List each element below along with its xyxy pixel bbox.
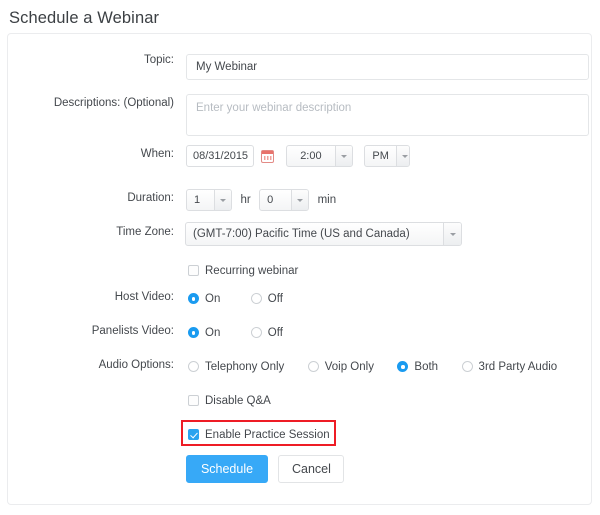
time-select[interactable]: 2:00 — [285, 145, 353, 167]
audio-both-label: Both — [414, 360, 439, 373]
radio-icon — [250, 327, 262, 339]
calendar-icon[interactable] — [261, 149, 275, 163]
audio-options-label: Audio Options: — [98, 359, 174, 371]
panelists-video-on-radio[interactable]: On — [188, 327, 220, 339]
audio-voip-only-label: Voip Only — [324, 360, 374, 373]
audio-3rd-party-label: 3rd Party Audio — [478, 360, 558, 373]
audio-telephony-only-label: Telephony Only — [205, 360, 285, 373]
timezone-label: Time Zone: — [116, 226, 174, 238]
disable-qa-checkbox[interactable]: Disable Q&A — [188, 395, 271, 407]
audio-3rd-party-radio[interactable]: 3rd Party Audio — [461, 360, 558, 373]
date-input[interactable]: 08/31/2015 — [186, 145, 254, 167]
schedule-button[interactable]: Schedule — [186, 455, 268, 483]
radio-icon — [188, 293, 199, 305]
timezone-value: (GMT-7:00) Pacific Time (US and Canada) — [193, 228, 410, 240]
duration-minutes-select[interactable]: 0 — [259, 189, 310, 211]
duration-minutes-unit: min — [317, 194, 337, 206]
meridiem-select[interactable]: PM — [364, 145, 411, 167]
description-label: Descriptions: (Optional) — [53, 97, 174, 109]
topic-input[interactable] — [186, 54, 589, 80]
duration-label: Duration: — [127, 192, 174, 204]
when-label: When: — [140, 148, 174, 160]
chevron-down-icon — [443, 223, 461, 245]
audio-telephony-only-radio[interactable]: Telephony Only — [188, 361, 284, 373]
topic-label: Topic: — [143, 54, 174, 66]
recurring-webinar-label: Recurring webinar — [205, 264, 299, 277]
panelists-video-off-radio[interactable]: Off — [250, 326, 283, 339]
checkbox-icon — [188, 265, 199, 277]
radio-icon — [188, 327, 199, 339]
chevron-down-icon — [214, 190, 231, 210]
panelists-video-label: Panelists Video: — [91, 325, 174, 337]
meridiem-value: PM — [372, 150, 389, 162]
chevron-down-icon — [395, 146, 410, 166]
radio-icon — [250, 293, 262, 305]
host-video-off-radio[interactable]: Off — [250, 292, 283, 305]
recurring-webinar-checkbox[interactable]: Recurring webinar — [188, 265, 298, 277]
panelists-video-off-label: Off — [267, 326, 283, 339]
time-value: 2:00 — [300, 150, 322, 162]
cancel-button[interactable]: Cancel — [278, 455, 345, 483]
disable-qa-label: Disable Q&A — [205, 394, 271, 407]
duration-hours-unit: hr — [240, 194, 251, 206]
audio-voip-only-radio[interactable]: Voip Only — [307, 360, 374, 373]
host-video-on-label: On — [205, 292, 221, 305]
schedule-webinar-card: Topic: Descriptions: (Optional) When: 08… — [7, 33, 592, 505]
host-video-label: Host Video: — [114, 291, 174, 303]
timezone-select[interactable]: (GMT-7:00) Pacific Time (US and Canada) — [185, 222, 462, 246]
audio-both-radio[interactable]: Both — [397, 361, 438, 373]
date-value: 08/31/2015 — [193, 150, 249, 162]
enable-practice-session-checkbox[interactable]: Enable Practice Session — [188, 429, 330, 441]
description-input[interactable] — [186, 94, 589, 136]
host-video-off-label: Off — [267, 292, 283, 305]
page-title: Schedule a Webinar — [9, 9, 160, 27]
duration-hours-value: 1 — [194, 194, 201, 206]
radio-icon — [461, 361, 473, 373]
host-video-on-radio[interactable]: On — [188, 293, 220, 305]
enable-practice-session-label: Enable Practice Session — [205, 428, 330, 441]
duration-hours-select[interactable]: 1 — [186, 189, 232, 211]
radio-icon — [397, 361, 409, 373]
panelists-video-on-label: On — [205, 326, 221, 339]
checkbox-icon — [188, 395, 199, 407]
radio-icon — [307, 361, 319, 373]
chevron-down-icon — [291, 190, 309, 210]
radio-icon — [188, 361, 199, 373]
duration-minutes-value: 0 — [267, 194, 274, 206]
checkbox-icon — [188, 429, 199, 441]
chevron-down-icon — [334, 146, 352, 166]
